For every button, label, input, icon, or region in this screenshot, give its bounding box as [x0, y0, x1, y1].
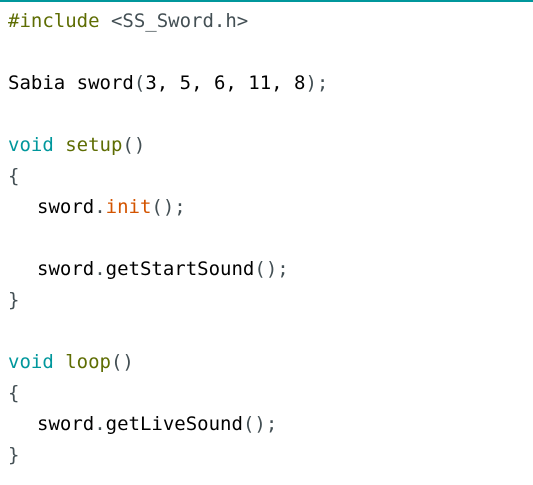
keyword-void: void: [8, 351, 54, 373]
close-brace: }: [8, 289, 20, 311]
method-get-live-sound: getLiveSound: [105, 413, 243, 435]
close-paren-semicolon: );: [305, 72, 329, 94]
code-line-declaration[interactable]: Sabia sword(3, 5, 6, 11, 8);: [8, 70, 328, 96]
keyword-void: void: [8, 134, 54, 156]
function-name-setup: setup: [65, 134, 123, 156]
open-brace: {: [8, 165, 20, 187]
code-line-start-sound-call[interactable]: sword.getStartSound();: [37, 256, 289, 282]
object-name: sword: [76, 72, 134, 94]
object-name: sword: [37, 258, 95, 280]
code-line-include[interactable]: #include <SS_Sword.h>: [8, 8, 248, 34]
code-line-open-brace[interactable]: {: [8, 380, 19, 406]
call-parens: ();: [151, 196, 186, 218]
code-line-close-brace[interactable]: }: [8, 442, 19, 468]
parens: (): [122, 134, 146, 156]
dot: .: [94, 413, 106, 435]
open-paren: (: [133, 72, 146, 94]
call-parens: ();: [242, 413, 278, 435]
dot: .: [94, 196, 106, 218]
code-line-setup-signature[interactable]: void setup(): [8, 132, 145, 158]
function-name-loop: loop: [65, 351, 111, 373]
include-path: <SS_Sword.h>: [110, 10, 249, 32]
code-line-init-call[interactable]: sword.init();: [37, 194, 186, 220]
code-editor[interactable]: #include <SS_Sword.h> Sabia sword(3, 5, …: [0, 0, 533, 485]
method-get-start-sound: getStartSound: [105, 258, 255, 280]
dot: .: [94, 258, 106, 280]
call-parens: ();: [254, 258, 289, 280]
code-line-live-sound-call[interactable]: sword.getLiveSound();: [37, 411, 277, 437]
open-brace: {: [8, 382, 20, 404]
class-name: Sabia: [8, 72, 66, 94]
constructor-args: 3, 5, 6, 11, 8: [145, 72, 306, 94]
close-brace: }: [8, 444, 20, 466]
preprocessor-directive: #include: [8, 10, 100, 32]
code-line-open-brace[interactable]: {: [8, 163, 19, 189]
code-line-loop-signature[interactable]: void loop(): [8, 349, 134, 375]
parens: (): [110, 351, 134, 373]
code-line-close-brace[interactable]: }: [8, 287, 19, 313]
object-name: sword: [37, 413, 95, 435]
object-name: sword: [37, 196, 95, 218]
method-init: init: [105, 196, 152, 218]
